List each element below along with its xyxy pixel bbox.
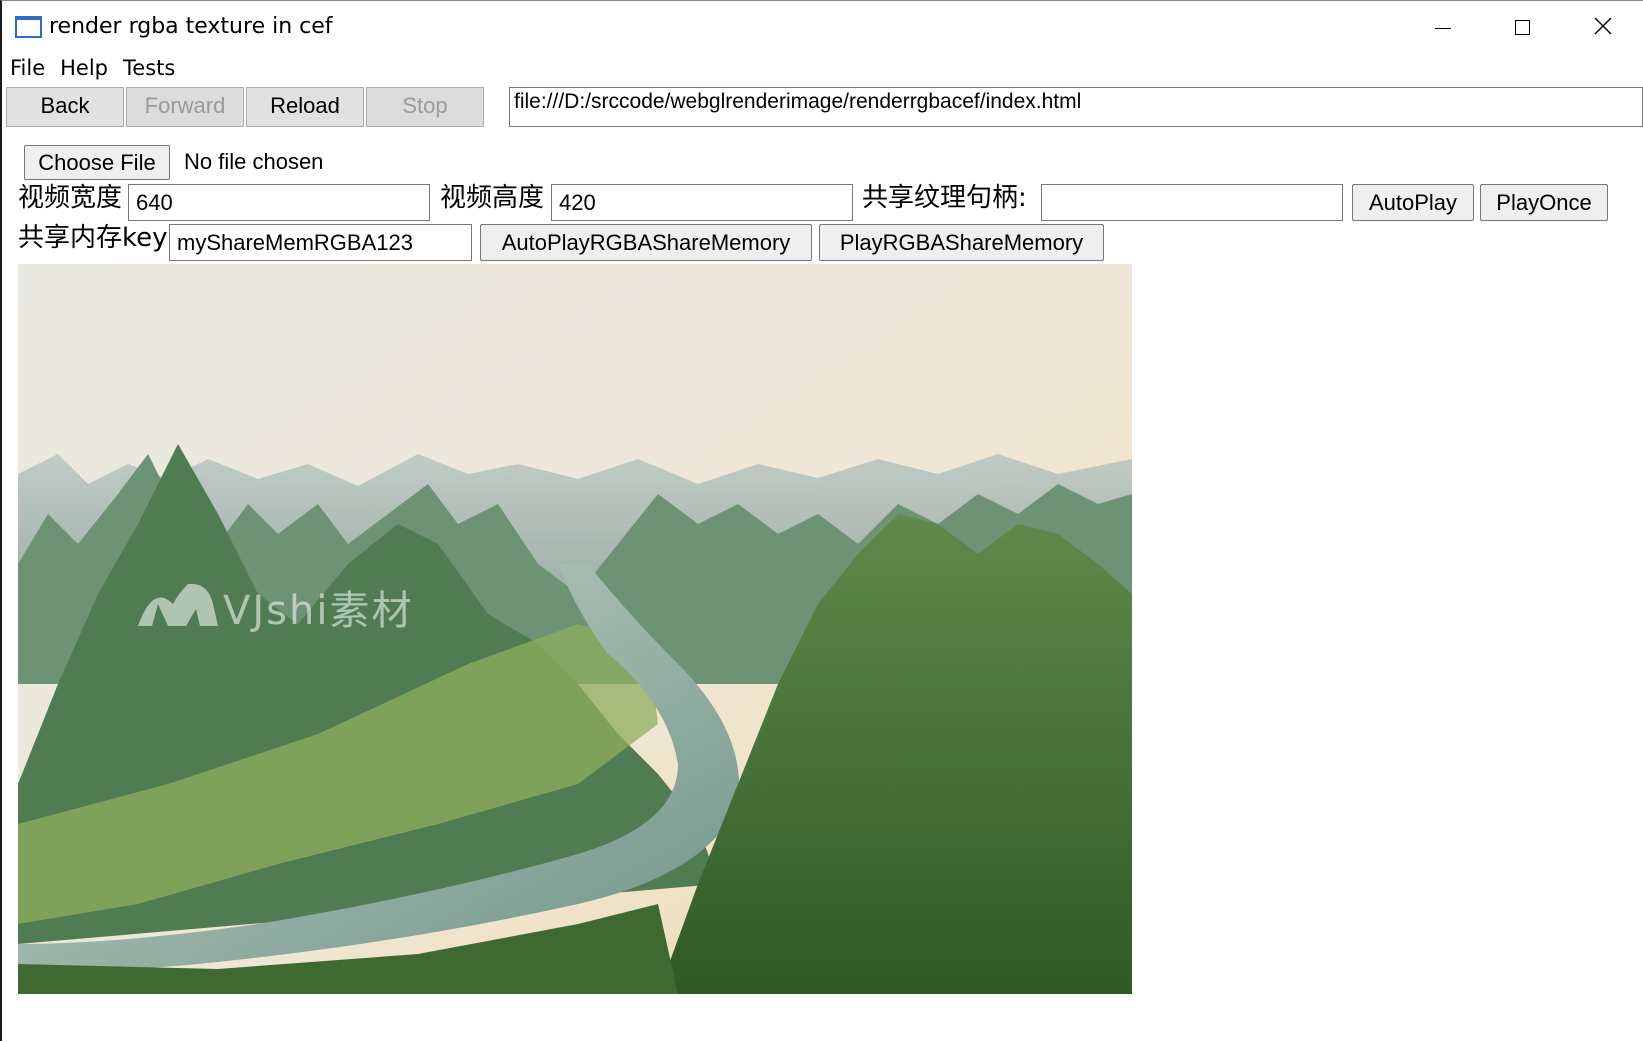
share-mem-input[interactable] (169, 224, 472, 261)
address-bar[interactable]: file:///D:/srccode/webglrenderimage/rend… (509, 87, 1643, 127)
nav-toolbar: Back Forward Reload Stop file:///D:/srcc… (4, 87, 1643, 127)
autoplay-button[interactable]: AutoPlay (1352, 184, 1474, 221)
video-height-input[interactable] (551, 184, 853, 221)
window-title: render rgba texture in cef (49, 14, 333, 39)
maximize-icon (1515, 20, 1530, 35)
video-height-label: 视频高度 (440, 183, 545, 213)
minimize-icon (1435, 28, 1451, 29)
menu-help[interactable]: Help (52, 54, 115, 84)
choose-file-button[interactable]: Choose File (24, 145, 170, 180)
title-bar[interactable]: render rgba texture in cef (2, 1, 1643, 51)
menu-bar: File Help Tests (2, 54, 182, 84)
back-button[interactable]: Back (6, 87, 124, 127)
video-canvas: VJshi素材 (18, 264, 1132, 994)
shared-texture-label: 共享纹理句柄: (862, 183, 1027, 213)
close-button[interactable] (1562, 1, 1642, 51)
autoplay-rgba-button[interactable]: AutoPlayRGBAShareMemory (480, 224, 812, 261)
menu-tests[interactable]: Tests (115, 54, 182, 84)
shared-texture-input[interactable] (1041, 184, 1343, 221)
page-content: Choose File No file chosen 视频宽度 视频高度 共享纹… (2, 129, 1643, 1042)
stop-button[interactable]: Stop (366, 87, 484, 127)
window-app-icon (15, 16, 42, 38)
minimize-button[interactable] (1402, 1, 1482, 51)
playonce-button[interactable]: PlayOnce (1480, 184, 1608, 221)
landscape-image: VJshi素材 (18, 264, 1132, 994)
reload-button[interactable]: Reload (246, 87, 364, 127)
close-icon (1594, 17, 1612, 35)
video-width-input[interactable] (128, 184, 430, 221)
maximize-button[interactable] (1482, 1, 1562, 51)
menu-file[interactable]: File (2, 54, 52, 84)
play-rgba-button[interactable]: PlayRGBAShareMemory (819, 224, 1104, 261)
forward-button[interactable]: Forward (126, 87, 244, 127)
app-window: render rgba texture in cef File Help Tes… (0, 0, 1643, 1041)
file-status-text: No file chosen (184, 149, 324, 174)
share-mem-label: 共享内存key (18, 223, 168, 253)
video-width-label: 视频宽度 (18, 183, 123, 213)
watermark-text: VJshi素材 (223, 588, 413, 634)
